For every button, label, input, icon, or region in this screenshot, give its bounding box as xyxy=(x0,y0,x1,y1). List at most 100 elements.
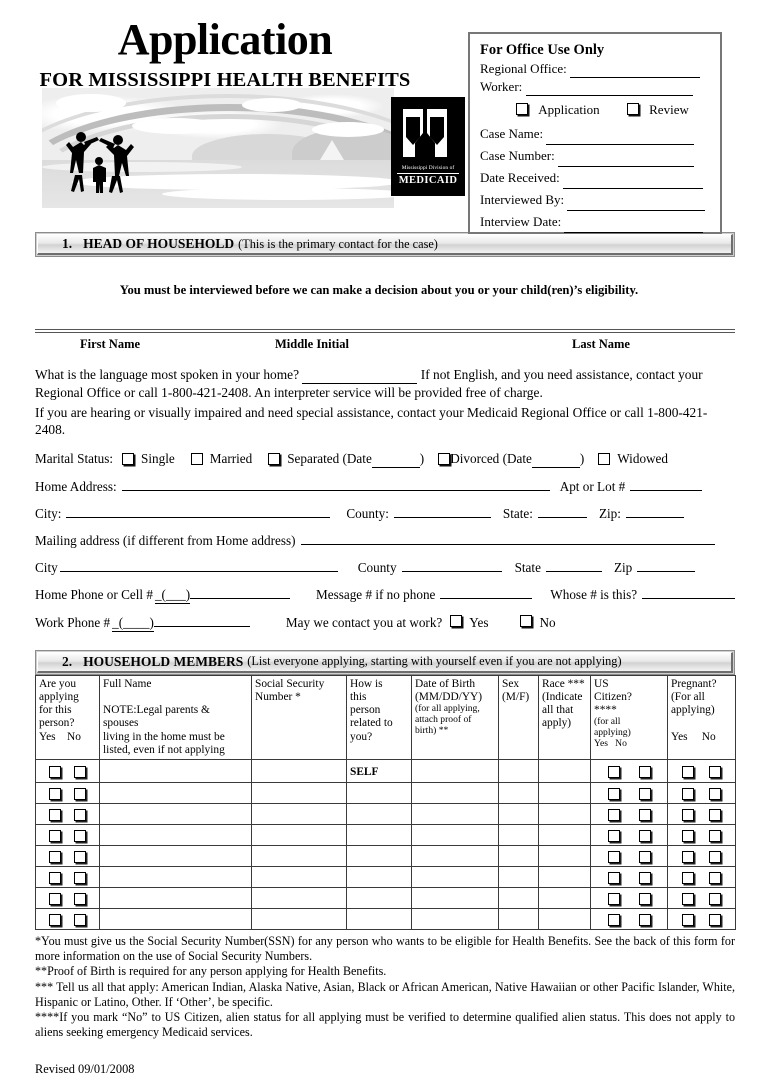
application-checkbox[interactable] xyxy=(516,103,528,116)
cell-citizen[interactable] xyxy=(590,824,668,846)
name-field-rule[interactable] xyxy=(35,329,735,333)
pregnant-yes-checkbox[interactable] xyxy=(682,788,695,800)
applying-yes-checkbox[interactable] xyxy=(49,788,62,800)
message-number-input-line[interactable] xyxy=(440,585,533,599)
cell-dob[interactable] xyxy=(411,803,499,825)
cell-relation[interactable] xyxy=(346,782,412,804)
marital-widowed-checkbox[interactable] xyxy=(598,453,611,466)
applying-no-checkbox[interactable] xyxy=(73,851,86,863)
citizen-yes-checkbox[interactable] xyxy=(607,830,620,842)
cell-sex[interactable] xyxy=(498,887,539,909)
pregnant-no-checkbox[interactable] xyxy=(708,914,721,926)
cell-race[interactable] xyxy=(538,866,591,888)
regional-office-field[interactable]: Regional Office: xyxy=(480,60,710,78)
applying-no-checkbox[interactable] xyxy=(73,914,86,926)
pregnant-yes-checkbox[interactable] xyxy=(682,766,695,778)
interview-date-input-line[interactable] xyxy=(564,211,704,234)
home-address-input-line[interactable] xyxy=(121,477,550,491)
cell-pregnant[interactable] xyxy=(667,887,736,909)
citizen-yes-checkbox[interactable] xyxy=(607,872,620,884)
cell-pregnant[interactable] xyxy=(667,908,736,930)
marital-single-checkbox[interactable] xyxy=(122,453,135,466)
work-phone-input-line[interactable] xyxy=(153,613,250,627)
work-phone-area-code[interactable]: _(____) xyxy=(112,615,154,632)
case-number-field[interactable]: Case Number: xyxy=(480,145,710,168)
county2-input-line[interactable] xyxy=(401,558,502,572)
pregnant-yes-checkbox[interactable] xyxy=(682,851,695,863)
cell-pregnant[interactable] xyxy=(667,759,736,783)
pregnant-yes-checkbox[interactable] xyxy=(682,830,695,842)
cell-sex[interactable] xyxy=(498,782,539,804)
cell-relation[interactable]: SELF xyxy=(346,759,412,783)
cell-dob[interactable] xyxy=(411,908,499,930)
contact-at-work-yes-checkbox[interactable] xyxy=(450,614,463,627)
citizen-yes-checkbox[interactable] xyxy=(607,766,620,778)
cell-sex[interactable] xyxy=(498,845,539,867)
worker-field[interactable]: Worker: xyxy=(480,78,710,97)
cell-applying[interactable] xyxy=(35,824,100,846)
pregnant-no-checkbox[interactable] xyxy=(708,766,721,778)
citizen-no-checkbox[interactable] xyxy=(638,788,651,800)
divorced-date-input-line[interactable] xyxy=(531,451,580,468)
cell-relation[interactable] xyxy=(346,824,412,846)
zip-input-line[interactable] xyxy=(625,504,684,518)
cell-dob[interactable] xyxy=(411,759,499,783)
applying-yes-checkbox[interactable] xyxy=(49,809,62,821)
regional-office-input-line[interactable] xyxy=(570,60,701,78)
cell-full-name[interactable] xyxy=(99,824,252,846)
pregnant-no-checkbox[interactable] xyxy=(708,809,721,821)
applying-yes-checkbox[interactable] xyxy=(49,914,62,926)
pregnant-no-checkbox[interactable] xyxy=(708,872,721,884)
cell-pregnant[interactable] xyxy=(667,845,736,867)
cell-pregnant[interactable] xyxy=(667,803,736,825)
cell-full-name[interactable] xyxy=(99,759,252,783)
citizen-no-checkbox[interactable] xyxy=(638,830,651,842)
cell-citizen[interactable] xyxy=(590,803,668,825)
cell-sex[interactable] xyxy=(498,803,539,825)
pregnant-yes-checkbox[interactable] xyxy=(682,809,695,821)
cell-citizen[interactable] xyxy=(590,782,668,804)
cell-full-name[interactable] xyxy=(99,803,252,825)
pregnant-no-checkbox[interactable] xyxy=(708,788,721,800)
pregnant-yes-checkbox[interactable] xyxy=(682,872,695,884)
cell-applying[interactable] xyxy=(35,759,100,783)
cell-relation[interactable] xyxy=(346,887,412,909)
citizen-no-checkbox[interactable] xyxy=(638,766,651,778)
zip2-input-line[interactable] xyxy=(637,558,696,572)
marital-married-checkbox[interactable] xyxy=(190,453,203,466)
cell-relation[interactable] xyxy=(346,803,412,825)
cell-ssn[interactable] xyxy=(251,759,347,783)
applying-no-checkbox[interactable] xyxy=(73,788,86,800)
cell-relation[interactable] xyxy=(346,908,412,930)
cell-race[interactable] xyxy=(538,845,591,867)
city2-input-line[interactable] xyxy=(59,558,338,572)
cell-sex[interactable] xyxy=(498,866,539,888)
applying-no-checkbox[interactable] xyxy=(73,766,86,778)
cell-dob[interactable] xyxy=(411,866,499,888)
cell-pregnant[interactable] xyxy=(667,866,736,888)
state2-input-line[interactable] xyxy=(545,558,602,572)
citizen-yes-checkbox[interactable] xyxy=(607,809,620,821)
review-checkbox[interactable] xyxy=(626,103,639,116)
cell-ssn[interactable] xyxy=(251,845,347,867)
cell-ssn[interactable] xyxy=(251,866,347,888)
cell-ssn[interactable] xyxy=(251,782,347,804)
applying-yes-checkbox[interactable] xyxy=(49,830,62,842)
interview-date-field[interactable]: Interview Date: xyxy=(480,211,710,234)
cell-applying[interactable] xyxy=(35,782,100,804)
cell-full-name[interactable] xyxy=(99,845,252,867)
cell-full-name[interactable] xyxy=(99,866,252,888)
cell-race[interactable] xyxy=(538,887,591,909)
citizen-yes-checkbox[interactable] xyxy=(607,914,620,926)
cell-pregnant[interactable] xyxy=(667,782,736,804)
cell-ssn[interactable] xyxy=(251,803,347,825)
cell-race[interactable] xyxy=(538,908,591,930)
citizen-yes-checkbox[interactable] xyxy=(607,893,620,905)
applying-yes-checkbox[interactable] xyxy=(49,872,62,884)
cell-dob[interactable] xyxy=(411,887,499,909)
date-received-input-line[interactable] xyxy=(563,167,704,190)
home-phone-input-line[interactable] xyxy=(190,585,290,599)
county-input-line[interactable] xyxy=(393,504,491,518)
mailing-address-input-line[interactable] xyxy=(300,531,715,545)
applying-no-checkbox[interactable] xyxy=(73,872,86,884)
